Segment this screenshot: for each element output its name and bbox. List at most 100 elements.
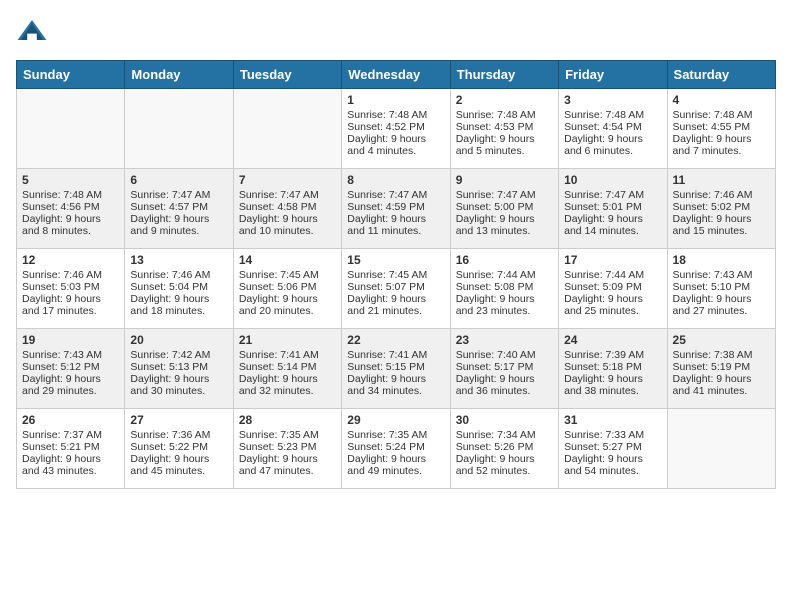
sunset-text: Sunset: 5:12 PM: [22, 361, 100, 373]
sunset-text: Sunset: 5:14 PM: [239, 361, 317, 373]
calendar-cell: 27Sunrise: 7:36 AMSunset: 5:22 PMDayligh…: [125, 409, 233, 489]
weekday-header: Monday: [125, 61, 233, 89]
daylight-text: Daylight: 9 hours and 43 minutes.: [22, 453, 101, 477]
daylight-text: Daylight: 9 hours and 32 minutes.: [239, 373, 318, 397]
calendar-week-row: 5Sunrise: 7:48 AMSunset: 4:56 PMDaylight…: [17, 169, 776, 249]
sunrise-text: Sunrise: 7:46 AM: [22, 269, 102, 281]
calendar-cell: 15Sunrise: 7:45 AMSunset: 5:07 PMDayligh…: [342, 249, 450, 329]
calendar-cell: [667, 409, 775, 489]
daylight-text: Daylight: 9 hours and 27 minutes.: [673, 293, 752, 317]
sunset-text: Sunset: 5:09 PM: [564, 281, 642, 293]
day-number: 25: [673, 333, 770, 347]
sunrise-text: Sunrise: 7:47 AM: [564, 189, 644, 201]
daylight-text: Daylight: 9 hours and 7 minutes.: [673, 133, 752, 157]
sunrise-text: Sunrise: 7:39 AM: [564, 349, 644, 361]
day-number: 27: [130, 413, 227, 427]
sunset-text: Sunset: 4:58 PM: [239, 201, 317, 213]
calendar-cell: 23Sunrise: 7:40 AMSunset: 5:17 PMDayligh…: [450, 329, 558, 409]
day-number: 3: [564, 93, 661, 107]
weekday-header: Friday: [559, 61, 667, 89]
calendar-cell: 16Sunrise: 7:44 AMSunset: 5:08 PMDayligh…: [450, 249, 558, 329]
daylight-text: Daylight: 9 hours and 13 minutes.: [456, 213, 535, 237]
weekday-header: Saturday: [667, 61, 775, 89]
sunrise-text: Sunrise: 7:38 AM: [673, 349, 753, 361]
daylight-text: Daylight: 9 hours and 30 minutes.: [130, 373, 209, 397]
calendar: SundayMondayTuesdayWednesdayThursdayFrid…: [16, 60, 776, 489]
day-number: 7: [239, 173, 336, 187]
sunrise-text: Sunrise: 7:47 AM: [130, 189, 210, 201]
daylight-text: Daylight: 9 hours and 18 minutes.: [130, 293, 209, 317]
logo: [16, 16, 50, 48]
daylight-text: Daylight: 9 hours and 9 minutes.: [130, 213, 209, 237]
sunset-text: Sunset: 5:08 PM: [456, 281, 534, 293]
sunrise-text: Sunrise: 7:47 AM: [347, 189, 427, 201]
calendar-cell: 9Sunrise: 7:47 AMSunset: 5:00 PMDaylight…: [450, 169, 558, 249]
daylight-text: Daylight: 9 hours and 17 minutes.: [22, 293, 101, 317]
sunset-text: Sunset: 5:23 PM: [239, 441, 317, 453]
day-number: 23: [456, 333, 553, 347]
sunset-text: Sunset: 5:06 PM: [239, 281, 317, 293]
calendar-cell: 25Sunrise: 7:38 AMSunset: 5:19 PMDayligh…: [667, 329, 775, 409]
sunset-text: Sunset: 4:53 PM: [456, 121, 534, 133]
sunset-text: Sunset: 5:22 PM: [130, 441, 208, 453]
calendar-week-row: 1Sunrise: 7:48 AMSunset: 4:52 PMDaylight…: [17, 89, 776, 169]
day-number: 15: [347, 253, 444, 267]
daylight-text: Daylight: 9 hours and 14 minutes.: [564, 213, 643, 237]
daylight-text: Daylight: 9 hours and 8 minutes.: [22, 213, 101, 237]
day-number: 18: [673, 253, 770, 267]
sunrise-text: Sunrise: 7:48 AM: [347, 109, 427, 121]
calendar-cell: 10Sunrise: 7:47 AMSunset: 5:01 PMDayligh…: [559, 169, 667, 249]
sunset-text: Sunset: 4:57 PM: [130, 201, 208, 213]
sunrise-text: Sunrise: 7:47 AM: [456, 189, 536, 201]
sunrise-text: Sunrise: 7:46 AM: [673, 189, 753, 201]
day-number: 17: [564, 253, 661, 267]
sunrise-text: Sunrise: 7:46 AM: [130, 269, 210, 281]
daylight-text: Daylight: 9 hours and 10 minutes.: [239, 213, 318, 237]
calendar-cell: 3 Sunrise: 7:48 AMSunset: 4:54 PMDaylight…: [559, 89, 667, 169]
day-number: 8: [347, 173, 444, 187]
day-number: 20: [130, 333, 227, 347]
sunrise-text: Sunrise: 7:43 AM: [22, 349, 102, 361]
sunset-text: Sunset: 5:17 PM: [456, 361, 534, 373]
calendar-cell: 1Sunrise: 7:48 AMSunset: 4:52 PMDaylight…: [342, 89, 450, 169]
calendar-cell: 7 Sunrise: 7:47 AMSunset: 4:58 PMDaylight…: [233, 169, 341, 249]
day-number: 6: [130, 173, 227, 187]
sunrise-text: Sunrise: 7:48 AM: [564, 109, 644, 121]
calendar-cell: 2Sunrise: 7:48 AMSunset: 4:53 PMDaylight…: [450, 89, 558, 169]
daylight-text: Daylight: 9 hours and 45 minutes.: [130, 453, 209, 477]
calendar-week-row: 12Sunrise: 7:46 AMSunset: 5:03 PMDayligh…: [17, 249, 776, 329]
day-number: 13: [130, 253, 227, 267]
daylight-text: Daylight: 9 hours and 52 minutes.: [456, 453, 535, 477]
day-number: 24: [564, 333, 661, 347]
sunrise-text: Sunrise: 7:47 AM: [239, 189, 319, 201]
calendar-cell: 6 Sunrise: 7:47 AMSunset: 4:57 PMDaylight…: [125, 169, 233, 249]
sunrise-text: Sunrise: 7:44 AM: [564, 269, 644, 281]
day-number: 14: [239, 253, 336, 267]
calendar-cell: 18Sunrise: 7:43 AMSunset: 5:10 PMDayligh…: [667, 249, 775, 329]
daylight-text: Daylight: 9 hours and 49 minutes.: [347, 453, 426, 477]
sunrise-text: Sunrise: 7:37 AM: [22, 429, 102, 441]
sunset-text: Sunset: 5:15 PM: [347, 361, 425, 373]
sunset-text: Sunset: 4:54 PM: [564, 121, 642, 133]
day-number: 28: [239, 413, 336, 427]
calendar-cell: 21Sunrise: 7:41 AMSunset: 5:14 PMDayligh…: [233, 329, 341, 409]
sunrise-text: Sunrise: 7:41 AM: [347, 349, 427, 361]
daylight-text: Daylight: 9 hours and 5 minutes.: [456, 133, 535, 157]
calendar-cell: 26Sunrise: 7:37 AMSunset: 5:21 PMDayligh…: [17, 409, 125, 489]
weekday-header: Thursday: [450, 61, 558, 89]
sunset-text: Sunset: 4:56 PM: [22, 201, 100, 213]
sunrise-text: Sunrise: 7:40 AM: [456, 349, 536, 361]
sunrise-text: Sunrise: 7:45 AM: [239, 269, 319, 281]
sunset-text: Sunset: 5:00 PM: [456, 201, 534, 213]
calendar-cell: 17Sunrise: 7:44 AMSunset: 5:09 PMDayligh…: [559, 249, 667, 329]
daylight-text: Daylight: 9 hours and 6 minutes.: [564, 133, 643, 157]
calendar-cell: 19Sunrise: 7:43 AMSunset: 5:12 PMDayligh…: [17, 329, 125, 409]
day-number: 5: [22, 173, 119, 187]
sunset-text: Sunset: 5:18 PM: [564, 361, 642, 373]
calendar-cell: 8Sunrise: 7:47 AMSunset: 4:59 PMDaylight…: [342, 169, 450, 249]
sunset-text: Sunset: 5:07 PM: [347, 281, 425, 293]
calendar-week-row: 19Sunrise: 7:43 AMSunset: 5:12 PMDayligh…: [17, 329, 776, 409]
day-number: 22: [347, 333, 444, 347]
sunset-text: Sunset: 5:10 PM: [673, 281, 751, 293]
calendar-cell: 28Sunrise: 7:35 AMSunset: 5:23 PMDayligh…: [233, 409, 341, 489]
